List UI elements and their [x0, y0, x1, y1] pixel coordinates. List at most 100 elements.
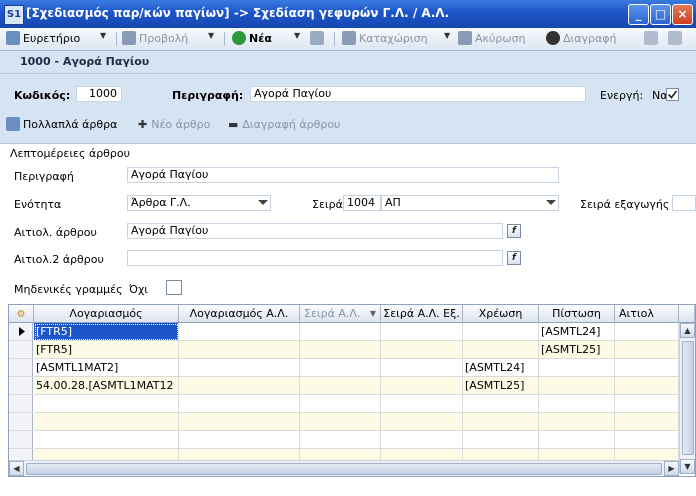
row-selector[interactable] [9, 395, 33, 413]
table-row[interactable]: 54.00.28.[ASMTL1MAT12 [ASMTL25] [9, 377, 679, 395]
table-cell[interactable]: [ASMTL24] [463, 359, 539, 377]
code-input[interactable]: 1000 [76, 86, 122, 102]
table-cell[interactable] [34, 413, 179, 431]
row-selector[interactable] [9, 431, 33, 449]
export-series-input[interactable] [672, 195, 696, 211]
unit-select[interactable]: Άρθρα Γ.Λ. [127, 195, 271, 211]
column-header-series-al-export[interactable]: Σειρά Α.Λ. Εξ. [381, 305, 463, 323]
formula-button[interactable]: f [507, 224, 521, 238]
table-cell[interactable] [463, 323, 539, 341]
row-selector[interactable] [9, 359, 33, 377]
table-cell[interactable] [615, 377, 679, 395]
table-cell[interactable] [615, 341, 679, 359]
formula-button-2[interactable]: f [507, 251, 521, 265]
table-cell[interactable] [381, 341, 463, 359]
column-header-reason[interactable]: Αιτιολ [615, 305, 679, 323]
minimize-button[interactable]: _ [628, 4, 649, 25]
horizontal-scrollbar[interactable]: ◀ ▶ [9, 460, 679, 476]
zero-lines-checkbox[interactable] [166, 280, 182, 295]
series-select[interactable]: ΑΠ [381, 195, 559, 211]
table-cell[interactable] [539, 377, 615, 395]
table-row[interactable]: [FTR5] [ASMTL24] [9, 323, 679, 341]
row-selector[interactable] [9, 413, 33, 431]
table-cell[interactable] [300, 413, 381, 431]
table-cell[interactable] [615, 323, 679, 341]
description-input[interactable]: Αγορά Παγίου [250, 86, 586, 102]
row-selector[interactable] [9, 341, 33, 359]
delete-button[interactable]: Διαγραφή [546, 31, 616, 47]
table-cell[interactable] [34, 431, 179, 449]
table-cell[interactable] [539, 431, 615, 449]
scroll-up-icon[interactable]: ▲ [680, 323, 695, 338]
multi-lines-button[interactable]: Πολλαπλά άρθρα [6, 117, 117, 133]
new-button[interactable]: Νέα [232, 31, 272, 47]
table-row[interactable] [9, 395, 679, 413]
table-cell[interactable] [179, 341, 300, 359]
next-record-button[interactable] [668, 31, 685, 47]
delete-line-button[interactable]: ▬ Διαγραφή άρθρου [228, 117, 340, 133]
table-cell[interactable] [381, 395, 463, 413]
index-dropdown-icon[interactable]: ▼ [100, 31, 106, 40]
table-cell[interactable] [463, 431, 539, 449]
row-selector[interactable] [9, 377, 33, 395]
table-cell[interactable] [179, 395, 300, 413]
table-cell[interactable] [539, 359, 615, 377]
view-button[interactable]: Προβολή [122, 31, 188, 47]
scroll-left-icon[interactable]: ◀ [9, 461, 24, 476]
close-button[interactable]: × [672, 4, 693, 25]
line-description-input[interactable]: Αγορά Παγίου [127, 167, 559, 183]
save-dropdown-icon[interactable]: ▼ [444, 31, 450, 40]
row-selector[interactable] [9, 323, 33, 341]
table-row[interactable]: [FTR5] [ASMTL25] [9, 341, 679, 359]
active-checkbox[interactable] [666, 88, 679, 101]
table-cell[interactable]: [FTR5] [34, 341, 179, 359]
column-header-account-al[interactable]: Λογαριασμός Α.Λ. [179, 305, 300, 323]
table-cell[interactable] [381, 377, 463, 395]
table-cell[interactable] [179, 431, 300, 449]
scroll-down-icon[interactable]: ▼ [680, 459, 695, 474]
table-cell[interactable] [463, 341, 539, 359]
series-code-input[interactable]: 1004 [343, 195, 381, 211]
table-cell[interactable] [381, 359, 463, 377]
table-cell[interactable] [300, 431, 381, 449]
table-cell[interactable] [300, 323, 381, 341]
window-list-button[interactable] [310, 31, 327, 47]
cancel-button[interactable]: Ακύρωση [458, 31, 526, 47]
table-cell[interactable]: [FTR5] [34, 323, 179, 341]
table-cell[interactable]: [ASMTL24] [539, 323, 615, 341]
new-dropdown-icon[interactable]: ▼ [294, 31, 300, 40]
table-cell[interactable] [179, 413, 300, 431]
table-cell[interactable]: 54.00.28.[ASMTL1MAT12 [34, 377, 179, 395]
entry2-description-input[interactable] [127, 250, 503, 266]
column-header-credit[interactable]: Πίστωση [539, 305, 615, 323]
column-header-series-al[interactable]: Σειρά Α.Λ. ▼ [300, 305, 381, 323]
table-cell[interactable]: [ASMTL25] [463, 377, 539, 395]
table-cell[interactable]: [ASMTL25] [539, 341, 615, 359]
table-cell[interactable] [179, 323, 300, 341]
table-cell[interactable] [300, 395, 381, 413]
column-header-account[interactable]: Λογαριασμός [34, 305, 179, 323]
save-button[interactable]: Καταχώριση [342, 31, 428, 47]
horizontal-scroll-thumb[interactable] [26, 463, 662, 475]
table-cell[interactable] [463, 413, 539, 431]
table-cell[interactable] [615, 359, 679, 377]
vertical-scroll-thumb[interactable] [682, 341, 694, 455]
title-bar[interactable]: S1 [Σχεδιασμός παρ/κών παγίων] -> Σχεδία… [0, 0, 696, 28]
table-cell[interactable] [615, 395, 679, 413]
table-cell[interactable] [179, 377, 300, 395]
index-button[interactable]: Ευρετήριο [6, 31, 80, 47]
view-dropdown-icon[interactable]: ▼ [208, 31, 214, 40]
table-cell[interactable]: [ASMTL1MAT2] [34, 359, 179, 377]
table-cell[interactable] [179, 359, 300, 377]
column-header-debit[interactable]: Χρέωση [463, 305, 539, 323]
entry-description-input[interactable]: Αγορά Παγίου [127, 223, 503, 239]
vertical-scrollbar[interactable]: ▲ ▼ [679, 323, 695, 474]
table-cell[interactable] [539, 413, 615, 431]
table-cell[interactable] [381, 431, 463, 449]
table-cell[interactable] [300, 377, 381, 395]
table-cell[interactable] [381, 323, 463, 341]
table-cell[interactable] [539, 395, 615, 413]
table-cell[interactable] [463, 395, 539, 413]
maximize-button[interactable]: □ [650, 4, 671, 25]
grid-corner-settings[interactable]: ⚙ [9, 305, 34, 323]
